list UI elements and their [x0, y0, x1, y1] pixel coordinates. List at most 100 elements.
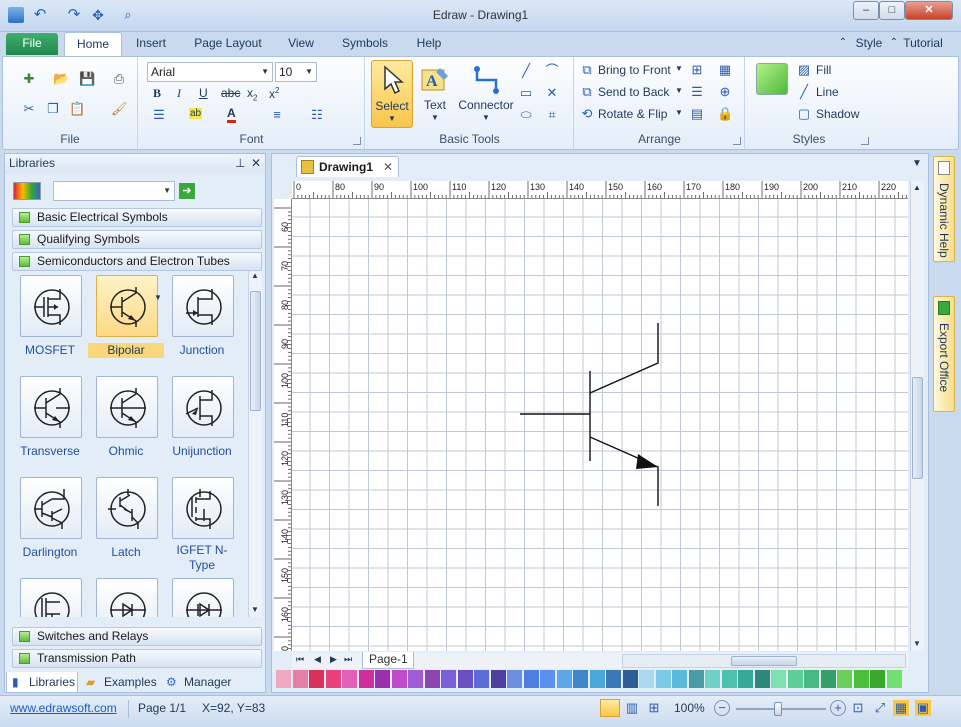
- color-swatch[interactable]: [771, 670, 786, 688]
- color-swatch[interactable]: [457, 670, 473, 688]
- color-swatch[interactable]: [573, 670, 588, 688]
- horizontal-scrollbar[interactable]: [622, 654, 906, 668]
- print-icon[interactable]: ⎙: [111, 71, 127, 87]
- category-transmission-path[interactable]: Transmission Path: [12, 649, 262, 668]
- shape-transverse[interactable]: Transverse: [12, 372, 88, 472]
- bipolar-transistor-shape[interactable]: [518, 321, 668, 511]
- shape-latch[interactable]: Latch: [88, 473, 164, 573]
- line-button[interactable]: Line: [816, 85, 839, 99]
- shape-mosfet[interactable]: MOSFET: [12, 271, 88, 371]
- size-shapes-icon[interactable]: ▦: [717, 62, 733, 78]
- normal-view-icon[interactable]: [600, 699, 620, 717]
- chevron-down-icon[interactable]: ▼: [154, 293, 162, 302]
- tab-insert[interactable]: Insert: [128, 32, 174, 56]
- color-swatch[interactable]: [490, 670, 506, 688]
- color-swatch[interactable]: [408, 670, 423, 688]
- color-swatch[interactable]: [754, 670, 770, 688]
- font-color-icon[interactable]: A: [227, 106, 236, 123]
- font-size-combo[interactable]: 10 ▼: [275, 62, 317, 82]
- connector-button[interactable]: Connector ▼: [456, 60, 516, 128]
- color-swatch[interactable]: [672, 670, 687, 688]
- underline-icon[interactable]: U: [199, 86, 208, 100]
- tab-manager[interactable]: ⚙ Manager: [162, 672, 240, 693]
- page-tab[interactable]: Page-1: [362, 652, 414, 669]
- color-swatch[interactable]: [870, 670, 885, 688]
- shape-row4-b[interactable]: [88, 574, 164, 617]
- last-page-icon[interactable]: ⏭: [344, 654, 352, 665]
- color-swatch[interactable]: [292, 670, 308, 688]
- document-tab[interactable]: Drawing1 ✕: [296, 156, 399, 177]
- color-swatch[interactable]: [804, 670, 819, 688]
- collapse-ribbon-icon[interactable]: ⌃: [836, 32, 850, 56]
- website-link[interactable]: www.edrawsoft.com: [10, 701, 117, 715]
- color-swatch[interactable]: [276, 670, 291, 688]
- bold-icon[interactable]: B: [153, 86, 161, 101]
- tab-view[interactable]: View: [280, 32, 322, 56]
- snap-toggle-icon[interactable]: ▣: [915, 700, 931, 716]
- color-swatch[interactable]: [721, 670, 737, 688]
- tab-symbols[interactable]: Symbols: [334, 32, 396, 56]
- line-spacing-icon[interactable]: ☰: [151, 107, 167, 123]
- color-swatch[interactable]: [787, 670, 803, 688]
- category-switches-relays[interactable]: Switches and Relays: [12, 627, 262, 646]
- ellipse-tool-icon[interactable]: ⬭: [518, 107, 534, 123]
- zoom-slider-handle[interactable]: [774, 702, 782, 716]
- line-tool-icon[interactable]: ╱: [518, 63, 534, 79]
- color-swatch[interactable]: [358, 670, 374, 688]
- fit-page-icon[interactable]: ⊡: [850, 700, 866, 716]
- open-icon[interactable]: 📂: [53, 71, 69, 87]
- shape-igfet-n-type[interactable]: IGFET N-Type: [164, 473, 240, 573]
- scroll-thumb[interactable]: [731, 656, 797, 666]
- color-swatch[interactable]: [655, 670, 671, 688]
- scroll-up-icon[interactable]: ▲: [251, 271, 259, 280]
- export-office-tab[interactable]: Export Office: [933, 296, 955, 412]
- send-to-back-button[interactable]: Send to Back: [598, 85, 669, 99]
- x-tool-icon[interactable]: ✕: [544, 85, 560, 101]
- superscript-icon[interactable]: x2: [269, 86, 279, 101]
- subscript-icon[interactable]: x2: [247, 86, 257, 102]
- tab-file[interactable]: File: [6, 33, 58, 55]
- shape-darlington[interactable]: Darlington: [12, 473, 88, 573]
- scroll-up-icon[interactable]: ▲: [913, 183, 921, 192]
- arc-tool-icon[interactable]: ⌒: [544, 63, 560, 79]
- first-page-icon[interactable]: ⏮: [296, 654, 304, 665]
- color-swatch[interactable]: [622, 670, 638, 688]
- rectangle-tool-icon[interactable]: ▭: [518, 85, 534, 101]
- close-button[interactable]: ✕: [905, 1, 953, 20]
- text-button[interactable]: A Text ▼: [418, 60, 452, 128]
- color-swatch[interactable]: [523, 670, 539, 688]
- scroll-down-icon[interactable]: ▼: [251, 605, 259, 614]
- drawing-canvas[interactable]: [292, 199, 908, 651]
- scroll-thumb[interactable]: [912, 377, 923, 479]
- pin-icon[interactable]: ⊥: [235, 154, 245, 173]
- color-swatch[interactable]: [325, 670, 341, 688]
- shape-junction[interactable]: Junction: [164, 271, 240, 371]
- color-swatch[interactable]: [424, 670, 440, 688]
- tab-page-layout[interactable]: Page Layout: [186, 32, 270, 56]
- color-swatch[interactable]: [556, 670, 572, 688]
- crop-tool-icon[interactable]: ⌗: [544, 107, 560, 123]
- fill-button[interactable]: Fill: [816, 63, 831, 77]
- minimize-button[interactable]: –: [853, 1, 879, 20]
- tab-examples[interactable]: ▰ Examples: [82, 672, 160, 693]
- align-icon[interactable]: ≡: [269, 107, 285, 123]
- zoom-in-icon[interactable]: +: [830, 700, 846, 716]
- color-swatch[interactable]: [639, 670, 654, 688]
- color-swatch[interactable]: [837, 670, 852, 688]
- styles-dialog-launcher[interactable]: [861, 137, 869, 145]
- prev-page-icon[interactable]: ◀: [314, 654, 321, 665]
- close-tab-icon[interactable]: ✕: [383, 157, 393, 177]
- tab-help[interactable]: Help: [406, 32, 452, 56]
- category-basic-electrical[interactable]: Basic Electrical Symbols: [12, 208, 262, 227]
- quick-styles-icon[interactable]: [756, 63, 788, 95]
- color-swatch[interactable]: [441, 670, 456, 688]
- close-panel-icon[interactable]: ✕: [251, 154, 261, 173]
- shape-row4-a[interactable]: [12, 574, 88, 617]
- zoom-out-icon[interactable]: −: [714, 700, 730, 716]
- distribute-icon[interactable]: ☰: [689, 84, 705, 100]
- presentation-view-icon[interactable]: ⊞: [646, 700, 662, 716]
- color-swatch[interactable]: [606, 670, 621, 688]
- color-swatch[interactable]: [474, 670, 489, 688]
- category-semiconductors[interactable]: Semiconductors and Electron Tubes: [12, 252, 262, 271]
- tab-list-icon[interactable]: ▼: [912, 158, 922, 169]
